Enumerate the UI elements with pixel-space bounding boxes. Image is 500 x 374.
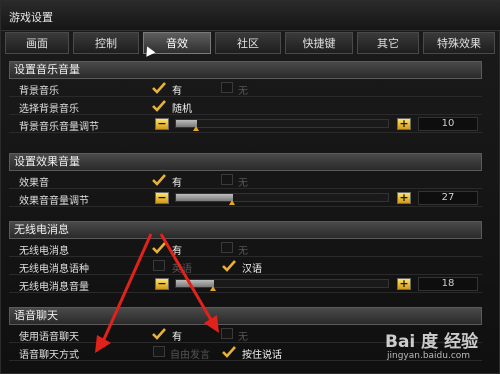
- radio-volume-row: 无线电消息音量 − + 18: [9, 275, 482, 293]
- music-section-header: 设置音乐音量: [9, 61, 482, 79]
- tab-bar: 画面 控制 音效 社区 快捷键 其它 特殊效果: [5, 32, 497, 56]
- sfx-volume-slider[interactable]: [175, 193, 389, 202]
- watermark-brand: Bai 度 经验: [385, 332, 479, 352]
- bgm-volume-thumb[interactable]: [193, 126, 199, 131]
- radio-yes-checkbox[interactable]: [151, 241, 167, 255]
- radio-volume-minus-button[interactable]: −: [155, 278, 169, 290]
- sfx-volume-row: 效果音音量调节 − + 27: [9, 189, 482, 207]
- bgm-volume-value: 10: [418, 117, 478, 131]
- chinese-checkbox[interactable]: [221, 259, 237, 273]
- sfx-yes-checkbox[interactable]: [151, 173, 167, 187]
- game-settings-window: 游戏设置 画面 控制 音效 社区 快捷键 其它 特殊效果 设置音乐音量 背景音乐…: [0, 0, 500, 374]
- sfx-no-checkbox[interactable]: [221, 174, 233, 185]
- bgm-volume-minus-button[interactable]: −: [155, 118, 169, 130]
- voice-use-label: 使用语音聊天: [19, 332, 79, 343]
- effects-volume-section: 设置效果音量 效果音 有 无 效果音音量调节 − + 27: [9, 153, 482, 207]
- bgm-no-checkbox[interactable]: [221, 82, 233, 93]
- voice-yes-checkbox[interactable]: [151, 327, 167, 341]
- bgm-volume-row: 背景音乐音量调节 − + 10: [9, 115, 482, 133]
- sfx-volume-fill: [176, 194, 233, 201]
- sfx-volume-value: 27: [418, 191, 478, 205]
- radio-no-checkbox[interactable]: [221, 242, 233, 253]
- english-checkbox[interactable]: [153, 260, 165, 271]
- watermark-url: jingyan.baidu.com: [387, 351, 471, 361]
- voice-no-checkbox[interactable]: [221, 328, 233, 339]
- tab-special-effects[interactable]: 特殊效果: [423, 32, 495, 54]
- sfx-yes-text: 有: [172, 178, 182, 189]
- radio-msg-row: 无线电消息 有 无: [9, 239, 482, 257]
- voice-yes-text: 有: [172, 332, 182, 343]
- choose-bgm-label: 选择背景音乐: [19, 104, 79, 115]
- title-bar: 游戏设置: [1, 1, 500, 31]
- push-to-talk-text: 按住说话: [242, 350, 282, 361]
- sfx-volume-minus-button[interactable]: −: [155, 192, 169, 204]
- sfx-volume-plus-button[interactable]: +: [397, 192, 411, 204]
- choose-bgm-row: 选择背景音乐 随机: [9, 97, 482, 115]
- bgm-yes-text: 有: [172, 86, 182, 97]
- bgm-row: 背景音乐 有 无: [9, 79, 482, 97]
- tab-other[interactable]: 其它: [357, 32, 419, 54]
- bgm-volume-label: 背景音乐音量调节: [19, 122, 99, 133]
- radio-volume-value: 18: [418, 277, 478, 291]
- voice-section-header: 语音聊天: [9, 307, 482, 325]
- tab-graphics[interactable]: 画面: [5, 32, 69, 54]
- voice-mode-label: 语音聊天方式: [19, 350, 79, 361]
- sfx-volume-label: 效果音音量调节: [19, 196, 89, 207]
- random-checkbox[interactable]: [151, 99, 167, 113]
- random-text: 随机: [172, 104, 192, 115]
- bgm-volume-slider[interactable]: [175, 119, 389, 128]
- voice-no-text: 无: [238, 332, 248, 343]
- push-to-talk-checkbox[interactable]: [221, 345, 237, 359]
- tab-hotkeys[interactable]: 快捷键: [285, 32, 353, 54]
- radio-volume-label: 无线电消息音量: [19, 282, 89, 293]
- tab-controls[interactable]: 控制: [73, 32, 139, 54]
- window-title: 游戏设置: [9, 11, 53, 24]
- radio-message-section: 无线电消息 无线电消息 有 无 无线电消息语种 英语 汉语 无线电消息音量 − …: [9, 221, 482, 293]
- radio-volume-plus-button[interactable]: +: [397, 278, 411, 290]
- tab-community[interactable]: 社区: [215, 32, 281, 54]
- bgm-no-text: 无: [238, 86, 248, 97]
- radio-volume-slider[interactable]: [175, 279, 389, 288]
- music-volume-section: 设置音乐音量 背景音乐 有 无 选择背景音乐 随机 背景音乐音量调节 − + 1…: [9, 61, 482, 133]
- sfx-row: 效果音 有 无: [9, 171, 482, 189]
- radio-lang-row: 无线电消息语种 英语 汉语: [9, 257, 482, 275]
- radio-volume-fill: [176, 280, 214, 287]
- chinese-text: 汉语: [242, 264, 262, 275]
- radio-yes-text: 有: [172, 246, 182, 257]
- sfx-volume-thumb[interactable]: [229, 200, 235, 205]
- radio-msg-label: 无线电消息: [19, 246, 69, 257]
- english-text: 英语: [172, 264, 192, 275]
- effects-section-header: 设置效果音量: [9, 153, 482, 171]
- radio-volume-thumb[interactable]: [210, 286, 216, 291]
- radio-no-text: 无: [238, 246, 248, 257]
- sfx-label: 效果音: [19, 178, 49, 189]
- radio-lang-label: 无线电消息语种: [19, 264, 89, 275]
- bgm-yes-checkbox[interactable]: [151, 81, 167, 95]
- free-talk-text: 自由发言: [170, 350, 210, 361]
- sfx-no-text: 无: [238, 178, 248, 189]
- bgm-label: 背景音乐: [19, 86, 59, 97]
- bgm-volume-plus-button[interactable]: +: [397, 118, 411, 130]
- radio-section-header: 无线电消息: [9, 221, 482, 239]
- free-talk-checkbox[interactable]: [153, 346, 165, 357]
